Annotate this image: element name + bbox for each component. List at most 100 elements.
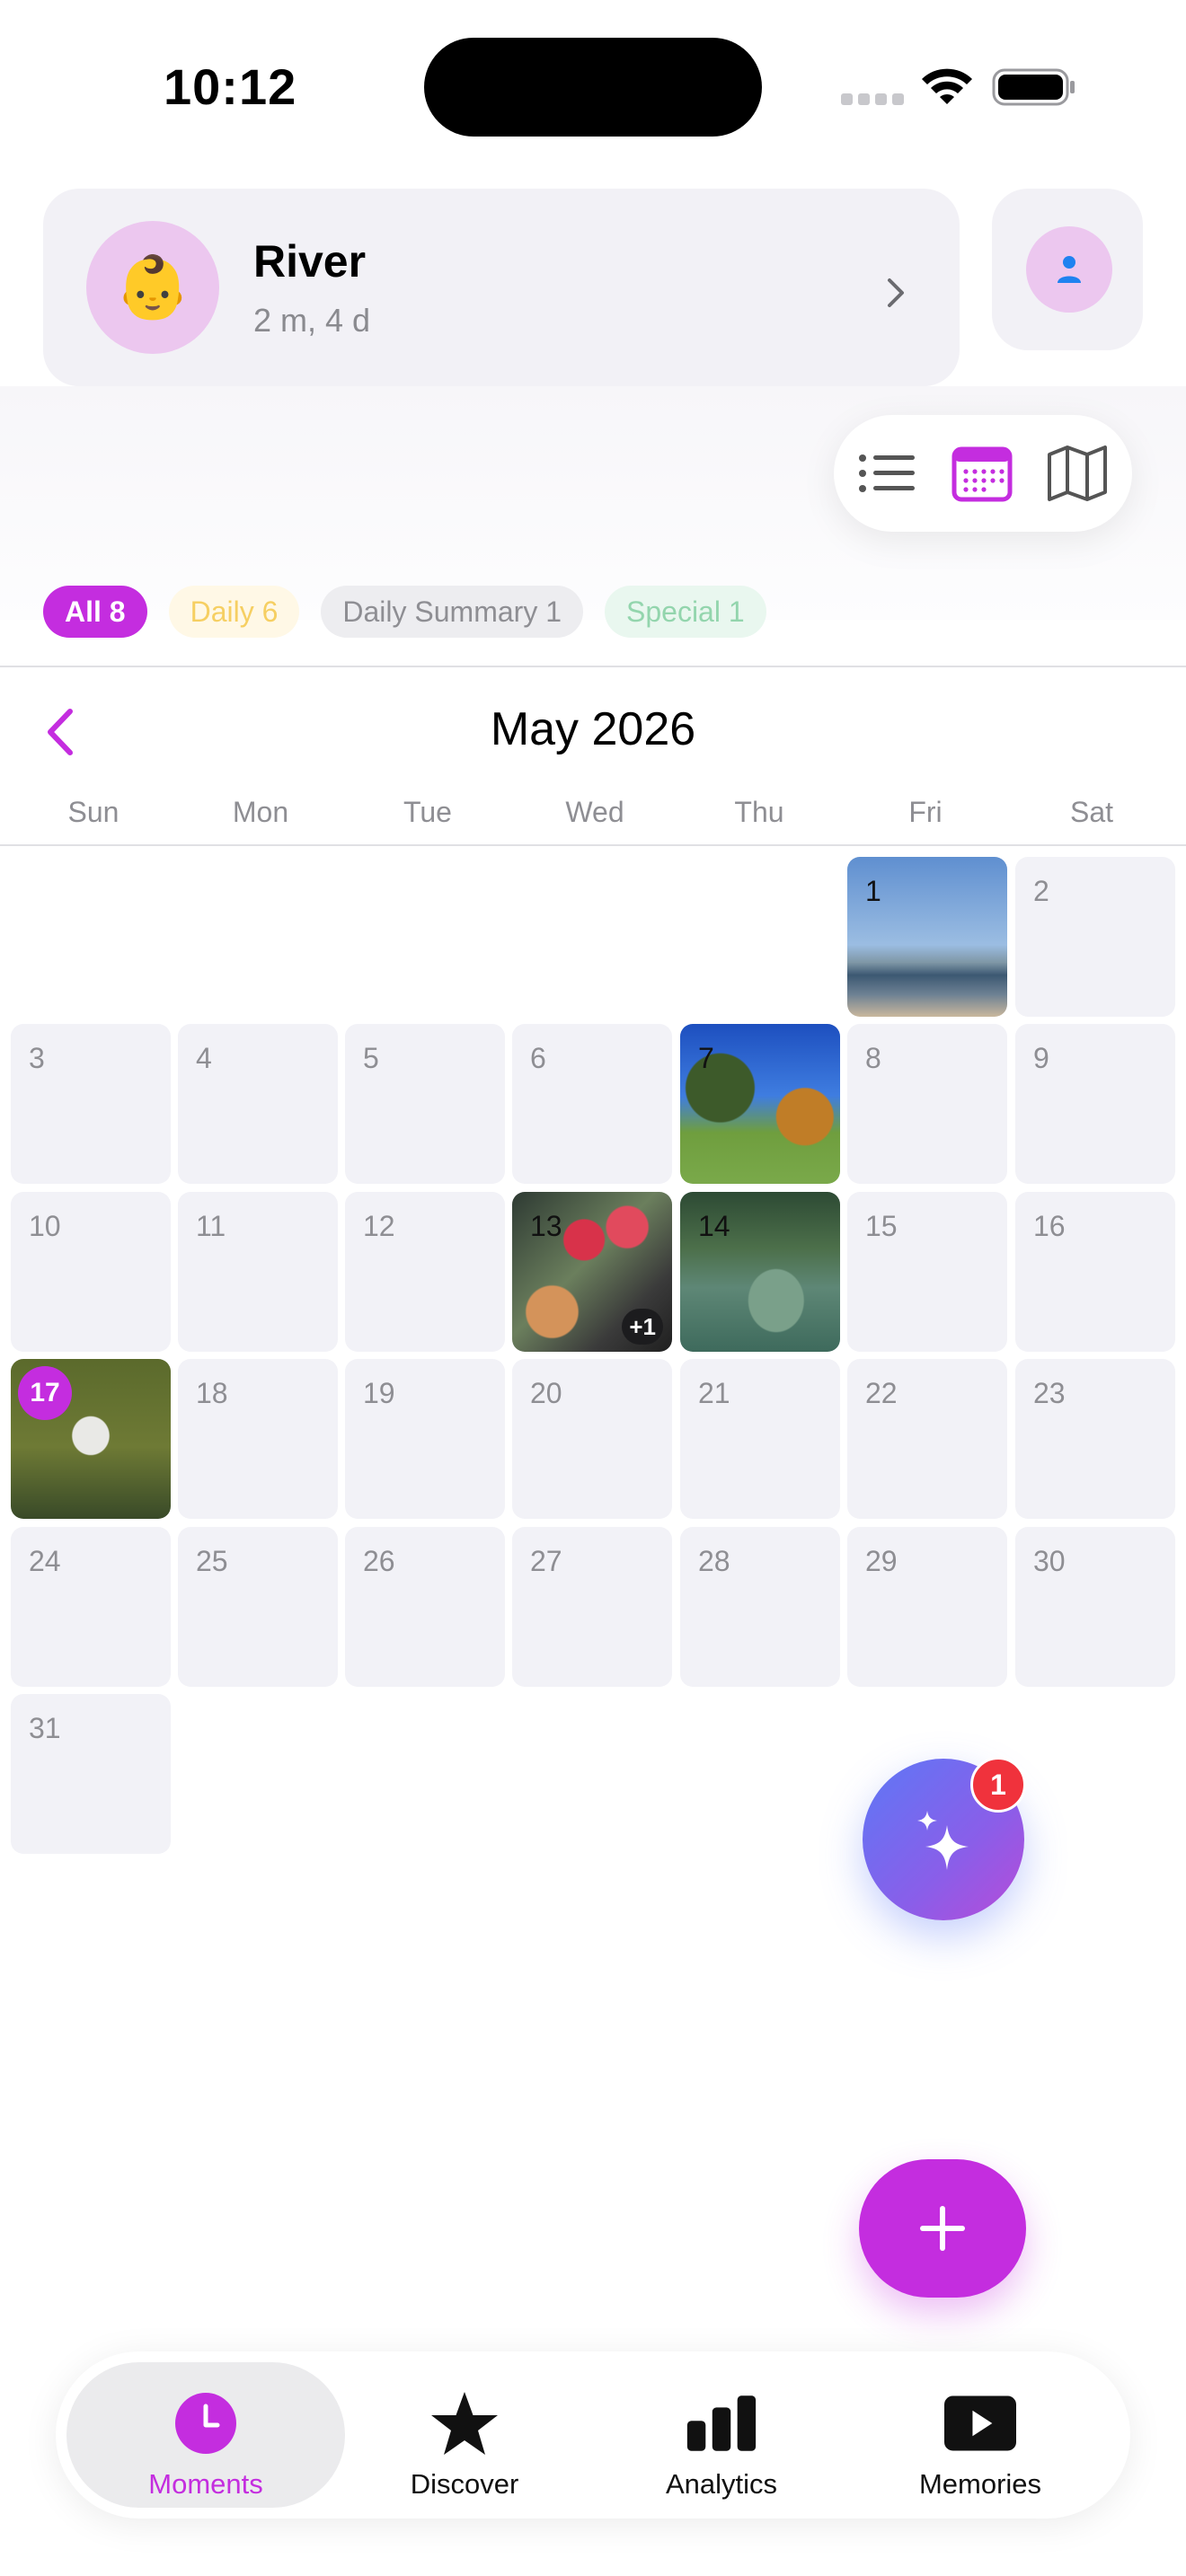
day-number: 24 [29,1545,61,1577]
filter-chip-special[interactable]: Special 1 [605,586,766,638]
baby-emoji-icon: 👶 [114,253,191,322]
calendar-day-cell[interactable]: 27 [512,1527,672,1687]
calendar-day-cell[interactable]: 5 [345,1024,505,1184]
tab-label: Moments [148,2468,263,2500]
sparkles-icon [917,1811,969,1870]
star-icon [429,2389,500,2457]
calendar-day-cell[interactable]: 14 [680,1192,840,1352]
filter-chip-daily[interactable]: Daily 6 [168,586,300,638]
month-title: May 2026 [490,703,696,755]
calendar-day-cell[interactable]: 16 [1015,1192,1175,1352]
tab-bar: Moments Discover Analytics Memories [56,2351,1130,2519]
weekday-label: Wed [565,796,624,828]
day-number: 9 [1033,1042,1049,1074]
calendar-day-cell[interactable]: 2 [1015,857,1175,1017]
calendar-day-cell[interactable]: 28 [680,1527,840,1687]
weekday-header: Sun Mon Tue Wed Thu Fri Sat [0,796,1186,832]
child-name: River [253,236,367,287]
status-time: 10:12 [164,58,297,115]
battery-icon [992,68,1075,106]
day-number: 4 [196,1042,212,1074]
tab-moments[interactable]: Moments [66,2362,345,2508]
bar-chart-icon [686,2389,757,2457]
day-number: 20 [530,1377,562,1409]
day-number: 14 [698,1210,730,1242]
weekday-label: Mon [232,796,289,828]
calendar-day-cell[interactable]: 6 [512,1024,672,1184]
tab-discover[interactable]: Discover [325,2362,604,2508]
calendar-day-cell[interactable]: 3 [11,1024,171,1184]
weekday-label: Sat [1069,796,1114,828]
dynamic-island [424,38,762,137]
calendar-day-cell[interactable]: 19 [345,1359,505,1519]
calendar-day-cell[interactable]: 30 [1015,1527,1175,1687]
day-number: 31 [29,1712,61,1744]
tab-memories[interactable]: Memories [841,2362,1120,2508]
tab-analytics[interactable]: Analytics [582,2362,861,2508]
calendar-day-cell[interactable]: 25 [178,1527,338,1687]
child-avatar: 👶 [86,221,219,354]
tab-label: Discover [410,2468,519,2500]
filter-chip-daily-summary[interactable]: Daily Summary 1 [321,586,583,638]
day-number: 25 [196,1545,228,1577]
map-icon[interactable] [1046,444,1109,503]
calendar-day-cell[interactable]: 12 [345,1192,505,1352]
day-number: 3 [29,1042,45,1074]
calendar-day-cell[interactable]: 18 [178,1359,338,1519]
calendar-day-cell[interactable]: 10 [11,1192,171,1352]
tab-label: Memories [918,2468,1042,2500]
calendar-day-cell[interactable]: 20 [512,1359,672,1519]
day-number: 2 [1033,875,1049,907]
calendar-day-cell[interactable]: 7 [680,1024,840,1184]
add-moment-button[interactable] [859,2159,1026,2298]
calendar-icon[interactable] [951,444,1013,503]
day-number: 19 [363,1377,395,1409]
weekday-label: Thu [734,796,784,828]
weekday-label: Tue [403,796,452,828]
filter-chips: All 8 Daily 6 Daily Summary 1 Special 1 [43,586,766,638]
day-number: 6 [530,1042,546,1074]
calendar-day-cell[interactable]: 8 [847,1024,1007,1184]
day-number: 15 [865,1210,898,1242]
day-number: 11 [196,1210,226,1242]
day-number: 10 [29,1210,61,1242]
child-age: 2 m, 4 d [253,302,371,339]
filter-chip-all[interactable]: All 8 [43,586,147,638]
plus-icon [920,2206,965,2251]
day-number: 13 [530,1210,562,1242]
day-number: 7 [698,1042,714,1074]
list-icon[interactable] [855,444,918,503]
calendar-day-cell-today[interactable]: 17 [11,1359,171,1519]
calendar-day-cell[interactable]: 26 [345,1527,505,1687]
calendar-day-cell[interactable]: 4 [178,1024,338,1184]
day-number: 1 [865,875,881,907]
day-number: 16 [1033,1210,1066,1242]
view-switcher [834,415,1132,532]
day-number: 30 [1033,1545,1066,1577]
today-marker: 17 [18,1366,72,1420]
calendar-day-cell[interactable]: 13 +1 [512,1192,672,1352]
calendar-day-cell[interactable]: 15 [847,1192,1007,1352]
wifi-icon [922,68,972,104]
calendar-day-cell[interactable]: 9 [1015,1024,1175,1184]
calendar-day-cell[interactable]: 29 [847,1527,1007,1687]
child-profile-card[interactable]: 👶 River 2 m, 4 d [43,189,960,386]
calendar-day-cell[interactable]: 23 [1015,1359,1175,1519]
clock-icon [170,2389,242,2457]
day-number: 8 [865,1042,881,1074]
calendar-day-cell[interactable]: 31 [11,1694,171,1854]
calendar-day-cell[interactable]: 11 [178,1192,338,1352]
status-bar: 10:12 [0,0,1186,171]
calendar-day-cell[interactable]: 22 [847,1359,1007,1519]
day-number: 18 [196,1377,228,1409]
calendar-day-cell[interactable]: 24 [11,1527,171,1687]
person-icon [1026,226,1112,313]
day-number: 27 [530,1545,562,1577]
account-button[interactable] [992,189,1143,350]
day-number: 12 [363,1210,395,1242]
calendar-day-cell[interactable]: 21 [680,1359,840,1519]
calendar-day-cell[interactable]: 1 [847,857,1007,1017]
day-number: 29 [865,1545,898,1577]
day-number: 23 [1033,1377,1066,1409]
chevron-right-icon [888,278,904,307]
